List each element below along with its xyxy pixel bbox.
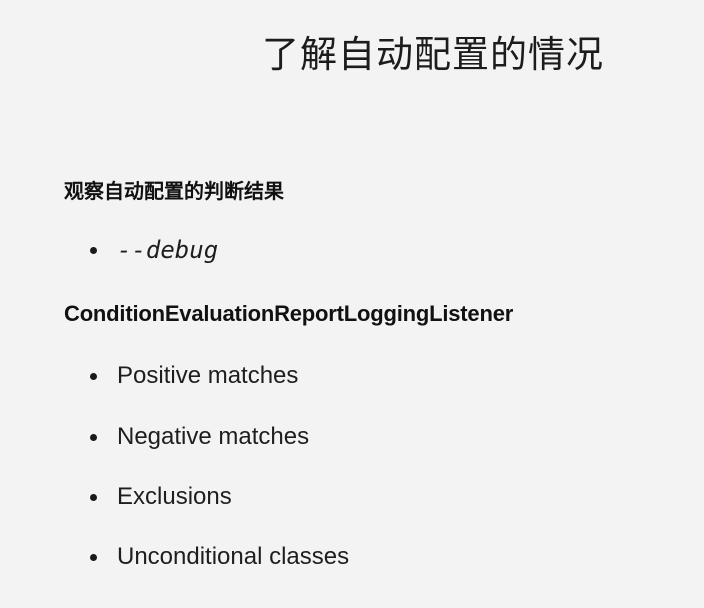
- bullet-dot-icon: [90, 372, 97, 380]
- bullet-dot-icon: [90, 246, 97, 254]
- section-heading-listener: ConditionEvaluationReportLoggingListener: [64, 301, 514, 326]
- bullet-text: Unconditional classes: [117, 543, 350, 570]
- slide: 了解自动配置的情况 观察自动配置的判断结果 --debug ConditionE…: [0, 0, 704, 608]
- bullet-text: Negative matches: [117, 423, 310, 450]
- bullet-item-debug: --debug: [90, 236, 218, 264]
- bullet-text: Positive matches: [117, 362, 299, 389]
- bullet-item-positive-matches: Positive matches: [90, 362, 298, 390]
- bullet-dot-icon: [90, 433, 97, 441]
- section-heading-observe: 观察自动配置的判断结果: [64, 181, 284, 203]
- bullet-item-negative-matches: Negative matches: [90, 423, 309, 451]
- bullet-dot-icon: [90, 553, 97, 561]
- bullet-dot-icon: [90, 493, 97, 501]
- bullet-item-exclusions: Exclusions: [90, 483, 232, 511]
- bullet-text: Exclusions: [117, 483, 232, 510]
- bullet-item-unconditional-classes: Unconditional classes: [90, 543, 349, 571]
- bullet-text: --debug: [117, 236, 219, 264]
- slide-title: 了解自动配置的情况: [262, 34, 604, 75]
